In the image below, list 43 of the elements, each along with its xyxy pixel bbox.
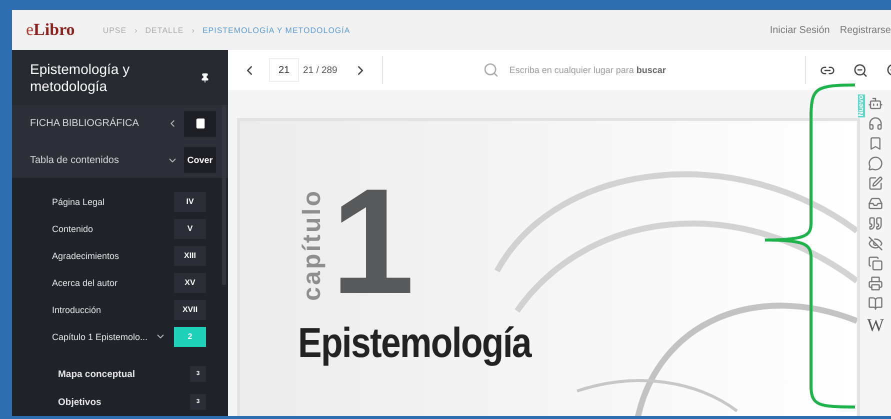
page-number-badge[interactable]: XIII [174, 246, 206, 266]
toc-item[interactable]: Página Legal [52, 196, 174, 206]
toc-item[interactable]: Acerca del autor [52, 278, 174, 288]
printer-icon[interactable] [868, 276, 883, 291]
book-title: Epistemología y metodología [30, 60, 131, 94]
page-number-badge[interactable]: XV [174, 272, 206, 292]
page-input-field[interactable]: 21 [269, 58, 299, 82]
toc-item[interactable]: Contenido [52, 224, 174, 234]
chapter-label: capítulo [298, 189, 327, 301]
page-number-badge[interactable]: XVII [174, 300, 206, 320]
breadcrumb-separator: › [192, 26, 194, 34]
toc-item[interactable]: Introducción [52, 304, 174, 314]
pin-icon[interactable] [200, 72, 210, 82]
page-count: 21 / 289 [303, 64, 338, 76]
speech-bubble-icon[interactable] [868, 156, 883, 171]
page-number-badge[interactable]: IV [174, 192, 206, 212]
headphones-icon[interactable] [868, 116, 883, 131]
logo[interactable]: eLibro [26, 20, 75, 40]
wiki-link[interactable]: W [867, 316, 884, 334]
chapter-number: 1 [331, 181, 414, 301]
book-button[interactable] [184, 110, 216, 136]
breadcrumb-separator: › [134, 26, 138, 34]
section-label[interactable]: Tabla de contenidos [30, 154, 167, 166]
bot-icon[interactable] [868, 96, 883, 111]
page-number-badge[interactable]: V [174, 218, 206, 238]
download-tray-icon[interactable] [868, 196, 883, 211]
zoom-out-icon[interactable] [853, 62, 868, 78]
pencil-icon[interactable] [868, 176, 883, 191]
toc-item[interactable]: Agradecimientos [52, 250, 174, 260]
toc-item[interactable]: Mapa conceptual [58, 368, 190, 380]
section-label[interactable]: FICHA BIBLIOGRÁFICA [30, 118, 167, 129]
toc-item[interactable]: Objetivos [58, 396, 190, 408]
header-link[interactable]: Iniciar Sesión [770, 24, 830, 36]
header-link[interactable]: Registrarse [840, 24, 891, 36]
search-icon [483, 62, 500, 78]
search-field[interactable]: Escriba en cualquier lugar para buscar [483, 62, 666, 78]
quote-icon[interactable] [868, 216, 883, 231]
eye-slash-icon[interactable] [868, 236, 883, 251]
bookmark-icon[interactable] [868, 136, 883, 151]
toc-item[interactable]: Capítulo 1 Epistemolo... [52, 332, 155, 342]
copy-icon[interactable] [868, 256, 883, 271]
cover-button[interactable]: Cover [184, 147, 216, 173]
chapter-title: Epistemología [298, 319, 531, 367]
